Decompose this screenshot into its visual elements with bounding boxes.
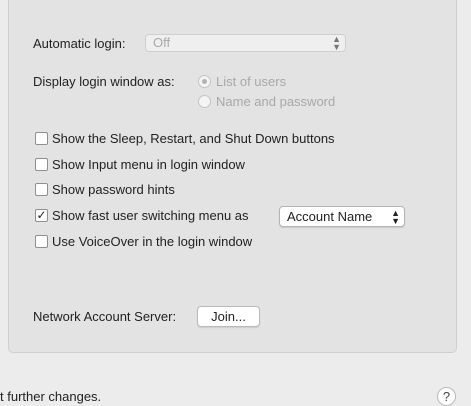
login-options-panel [8, 0, 457, 353]
checkbox-show-password-hints-label: Show password hints [52, 182, 175, 197]
checkbox-fast-user-switching-label: Show fast user switching menu as [52, 208, 249, 223]
checkbox-show-sleep-restart-shutdown-label: Show the Sleep, Restart, and Shut Down b… [52, 131, 335, 146]
network-account-server-label: Network Account Server: [33, 309, 177, 324]
checkbox-use-voiceover[interactable] [35, 235, 48, 248]
join-button[interactable]: Join... [197, 306, 260, 327]
chevron-updown-icon: ▲ ▼ [391, 207, 400, 226]
radio-name-and-password-label: Name and password [216, 94, 336, 109]
checkbox-use-voiceover-label: Use VoiceOver in the login window [52, 234, 253, 249]
automatic-login-popup[interactable]: Off ▲ ▼ [145, 34, 346, 52]
automatic-login-label: Automatic login: [33, 36, 126, 51]
fast-user-switching-popup[interactable]: Account Name ▲ ▼ [279, 206, 405, 227]
display-login-window-label: Display login window as: [33, 74, 175, 89]
automatic-login-value: Off [153, 35, 171, 50]
checkbox-fast-user-switching[interactable]: ✓ [35, 209, 48, 222]
radio-list-of-users-label: List of users [216, 74, 287, 89]
radio-name-and-password[interactable] [198, 95, 211, 108]
checkbox-show-password-hints[interactable] [35, 183, 48, 196]
chevron-updown-icon: ▲ ▼ [332, 34, 341, 52]
help-button[interactable]: ? [437, 387, 456, 406]
checkbox-show-input-menu-label: Show Input menu in login window [52, 157, 245, 172]
checkbox-show-sleep-restart-shutdown[interactable] [35, 132, 48, 145]
radio-list-of-users[interactable] [198, 75, 211, 88]
checkmark-icon: ✓ [36, 208, 47, 222]
fast-user-switching-value: Account Name [287, 209, 373, 224]
checkbox-show-input-menu[interactable] [35, 158, 48, 171]
